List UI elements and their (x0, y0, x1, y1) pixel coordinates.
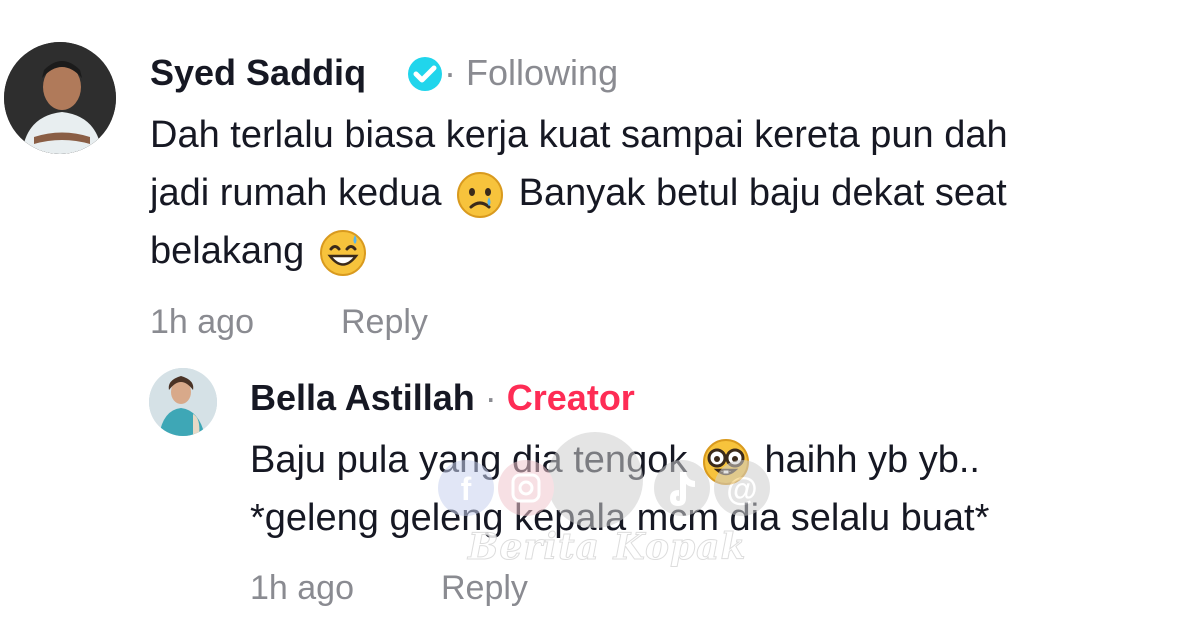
user-photo-icon (149, 368, 217, 436)
nerd-face-icon (702, 438, 749, 485)
user-photo-icon (4, 42, 116, 154)
comment-line-2: jadi rumah kedua Banyak betul baju dekat… (150, 164, 1008, 222)
comment-time: 1h ago (150, 303, 254, 341)
separator-dot: · (484, 377, 497, 418)
comment-text: Dah terlalu biasa kerja kuat sampai kere… (150, 106, 1008, 280)
verified-badge-icon (408, 57, 442, 91)
reply-reply-button[interactable]: Reply (441, 569, 528, 608)
reply-author-name[interactable]: Bella Astillah (250, 377, 475, 418)
comment-avatar[interactable] (4, 42, 116, 154)
creator-badge: Creator (506, 377, 635, 418)
separator-dot: · (444, 52, 456, 93)
comment-author-name[interactable]: Syed Saddiq (150, 52, 366, 93)
reply-author-row: Bella Astillah · Creator (250, 377, 635, 419)
comment-meta: 1h ago (150, 303, 254, 342)
reply-time: 1h ago (250, 569, 354, 607)
crying-face-icon (457, 171, 504, 218)
comment-line-3: belakang (150, 222, 1008, 280)
comment-line-1: Dah terlalu biasa kerja kuat sampai kere… (150, 114, 1008, 156)
comment-reply-button[interactable]: Reply (341, 303, 428, 342)
reply-avatar[interactable] (149, 368, 217, 436)
follow-status-row: · Following (444, 52, 618, 94)
watermark-text: Berita Kopak (467, 526, 747, 569)
grinning-sweat-face-icon (319, 229, 366, 276)
reply-line-1: Baju pula yang dia tengok haihh yb yb.. (250, 431, 989, 489)
follow-status[interactable]: Following (466, 52, 618, 93)
comment-author-row: Syed Saddiq (150, 52, 366, 94)
